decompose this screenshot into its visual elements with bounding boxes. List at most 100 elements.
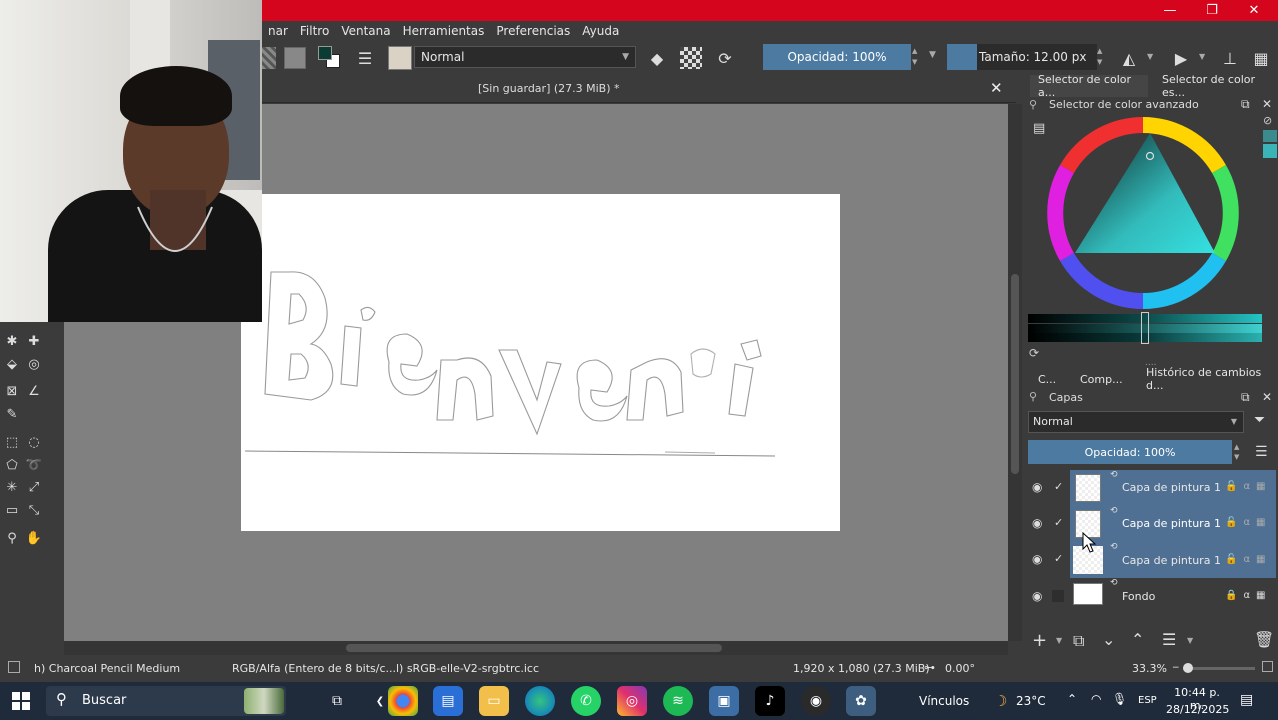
brush-settings-icon[interactable]: ☰ — [354, 47, 376, 69]
scrollbar-thumb[interactable] — [346, 644, 722, 652]
layer-menu-icon[interactable]: ☰ — [1255, 444, 1268, 460]
check-icon[interactable]: ✓ — [1054, 480, 1063, 493]
close-panel-icon[interactable]: ✕ — [1262, 390, 1272, 404]
float-panel-icon[interactable]: ⧉ — [1241, 97, 1250, 112]
layer-opacity-slider[interactable]: Opacidad: 100% — [1028, 440, 1232, 464]
no-color-icon[interactable]: ⊘ — [1263, 114, 1272, 127]
move-layer-down-icon[interactable]: ⌄ — [1102, 630, 1115, 649]
check-icon[interactable]: ✓ — [1054, 552, 1063, 565]
image-size[interactable]: 1,920 x 1,080 (27.3 MiB) — [793, 662, 930, 675]
freehand-select-icon[interactable]: ➰ — [25, 456, 43, 474]
blend-mode-select[interactable]: Normal ▼ — [414, 46, 636, 68]
fullscreen-icon[interactable] — [1262, 661, 1273, 672]
duplicate-layer-icon[interactable]: ⧉ — [1073, 631, 1084, 651]
eye-icon[interactable]: ◉ — [1032, 516, 1042, 530]
crop-icon[interactable]: ⊥ — [1219, 47, 1241, 69]
menu-item-filtro[interactable]: Filtro — [294, 24, 335, 38]
layer-props-icons[interactable]: 🔓α▦ — [1225, 554, 1272, 565]
opacity-stepper[interactable]: ▲ ▼ — [1234, 442, 1239, 462]
chevron-down-icon[interactable]: ▼ — [1147, 52, 1153, 61]
search-box[interactable]: ⚲ Buscar — [46, 686, 286, 716]
float-panel-icon[interactable]: ⧉ — [1241, 390, 1250, 405]
assistant-icon[interactable]: ✚ — [25, 332, 43, 350]
opacity-stepper[interactable]: ▲ ▼ — [912, 46, 922, 68]
layers-pin-icon[interactable]: ⚲ — [1029, 390, 1037, 403]
weather-temp[interactable]: 23°C — [1016, 694, 1046, 708]
lock-icon[interactable]: 🔒α▦ — [1225, 590, 1272, 601]
color-settings-icon[interactable]: ▤ — [1033, 121, 1045, 136]
color-panel-pin-icon[interactable]: ⚲ — [1029, 98, 1037, 111]
zoom-slider[interactable] — [1183, 667, 1255, 670]
layer-name[interactable]: Fondo — [1122, 590, 1155, 603]
fill-icon[interactable]: ⬙ — [3, 355, 21, 373]
menu-item-seleccionar[interactable]: nar — [262, 24, 294, 38]
chevron-down-icon[interactable]: ▼ — [1056, 636, 1062, 645]
chrome-icon[interactable] — [388, 686, 418, 716]
vertical-scrollbar[interactable] — [1008, 104, 1022, 641]
rotation-value[interactable]: 0.00° — [945, 662, 975, 675]
color-history-swatch[interactable] — [1263, 144, 1277, 158]
brush-preset-icon[interactable] — [388, 46, 412, 70]
menu-item-herramientas[interactable]: Herramientas — [397, 24, 491, 38]
color-wheel[interactable] — [1045, 115, 1241, 311]
magic-wand-icon[interactable]: ✳ — [3, 478, 21, 496]
layer-name[interactable]: Capa de pintura 1 — [1122, 554, 1221, 567]
add-layer-icon[interactable]: + — [1032, 630, 1047, 651]
file-explorer-icon[interactable]: ▭ — [479, 686, 509, 716]
check-icon[interactable]: ✓ — [1054, 516, 1063, 529]
eye-icon[interactable]: ◉ — [1032, 480, 1042, 494]
tray-chevron-icon[interactable]: ⌃ — [1067, 692, 1077, 706]
close-panel-icon[interactable]: ✕ — [1262, 97, 1272, 111]
menu-item-ventana[interactable]: Ventana — [335, 24, 396, 38]
scrollbar-thumb[interactable] — [1011, 274, 1019, 474]
measure-icon[interactable]: ∠ — [25, 382, 43, 400]
menu-item-preferencias[interactable]: Preferencias — [490, 24, 576, 38]
chevron-down-icon[interactable]: ▼ — [929, 50, 936, 60]
minimize-button[interactable]: — — [1148, 0, 1192, 21]
zoom-value[interactable]: 33.3% — [1132, 662, 1167, 675]
gradient-swatch[interactable] — [262, 47, 276, 69]
eye-icon[interactable]: ◉ — [1032, 552, 1042, 566]
size-stepper[interactable]: ▲ ▼ — [1097, 46, 1107, 68]
eraser-icon[interactable]: ◆ — [646, 47, 668, 69]
clock-date[interactable]: 28/12/2025 — [1166, 703, 1229, 716]
edge-icon[interactable] — [525, 686, 555, 716]
check-icon[interactable] — [1052, 590, 1064, 602]
layer-props-icons[interactable]: 🔓α▦ — [1225, 481, 1272, 492]
layer-name[interactable]: Capa de pintura 1 — [1122, 517, 1221, 530]
restore-button[interactable]: ❐ — [1190, 0, 1234, 21]
layer-props-icons[interactable]: 🔓α▦ — [1225, 517, 1272, 528]
transform-icon[interactable]: ⊠ — [3, 382, 21, 400]
close-window-button[interactable]: ✕ — [1232, 0, 1276, 21]
tab-color-selector-advanced[interactable]: Selector de color a... — [1030, 73, 1148, 99]
reload-preset-icon[interactable]: ⟳ — [714, 47, 736, 69]
pan-icon[interactable]: ✋ — [25, 529, 43, 547]
eye-icon[interactable]: ◉ — [1032, 589, 1042, 603]
ellipse-select-icon[interactable]: ◌ — [25, 433, 43, 451]
tab-composition[interactable]: Comp... — [1072, 368, 1134, 390]
smart-patch-icon[interactable]: ✱ — [3, 332, 21, 350]
remote-desktop-icon[interactable]: ▣ — [709, 686, 739, 716]
color-history-swatch[interactable] — [1263, 130, 1277, 142]
language-indicator[interactable]: ESP — [1138, 695, 1157, 706]
windows-start-icon[interactable] — [12, 692, 30, 710]
mirror-horizontal-icon[interactable]: ◭ — [1118, 47, 1140, 69]
selection-icon[interactable] — [8, 661, 20, 673]
tiktok-icon[interactable]: ♪ — [755, 686, 785, 716]
brush-name[interactable]: h) Charcoal Pencil Medium — [34, 662, 180, 675]
instagram-icon[interactable]: ◎ — [617, 686, 647, 716]
refresh-icon[interactable]: ⟳ — [1029, 346, 1039, 360]
zoom-icon[interactable]: ⚲ — [3, 529, 21, 547]
menu-item-ayuda[interactable]: Ayuda — [576, 24, 625, 38]
move-layer-up-icon[interactable]: ⌃ — [1131, 630, 1144, 649]
size-slider[interactable]: Tamaño: 12.00 px — [947, 44, 1097, 70]
color-picker-icon[interactable]: ◎ — [25, 355, 43, 373]
tab-c[interactable]: C... — [1030, 368, 1066, 390]
zoom-out-icon[interactable]: − — [1172, 663, 1180, 673]
task-view-icon[interactable]: ⧉ — [322, 686, 352, 716]
rect-select-icon[interactable]: ⬚ — [3, 433, 21, 451]
horizontal-scrollbar[interactable] — [64, 641, 1008, 655]
pattern-swatch[interactable] — [284, 47, 306, 69]
color-space[interactable]: RGB/Alfa (Entero de 8 bits/c...l) sRGB-e… — [232, 662, 539, 675]
layer-properties-icon[interactable]: ☰ — [1162, 630, 1176, 649]
